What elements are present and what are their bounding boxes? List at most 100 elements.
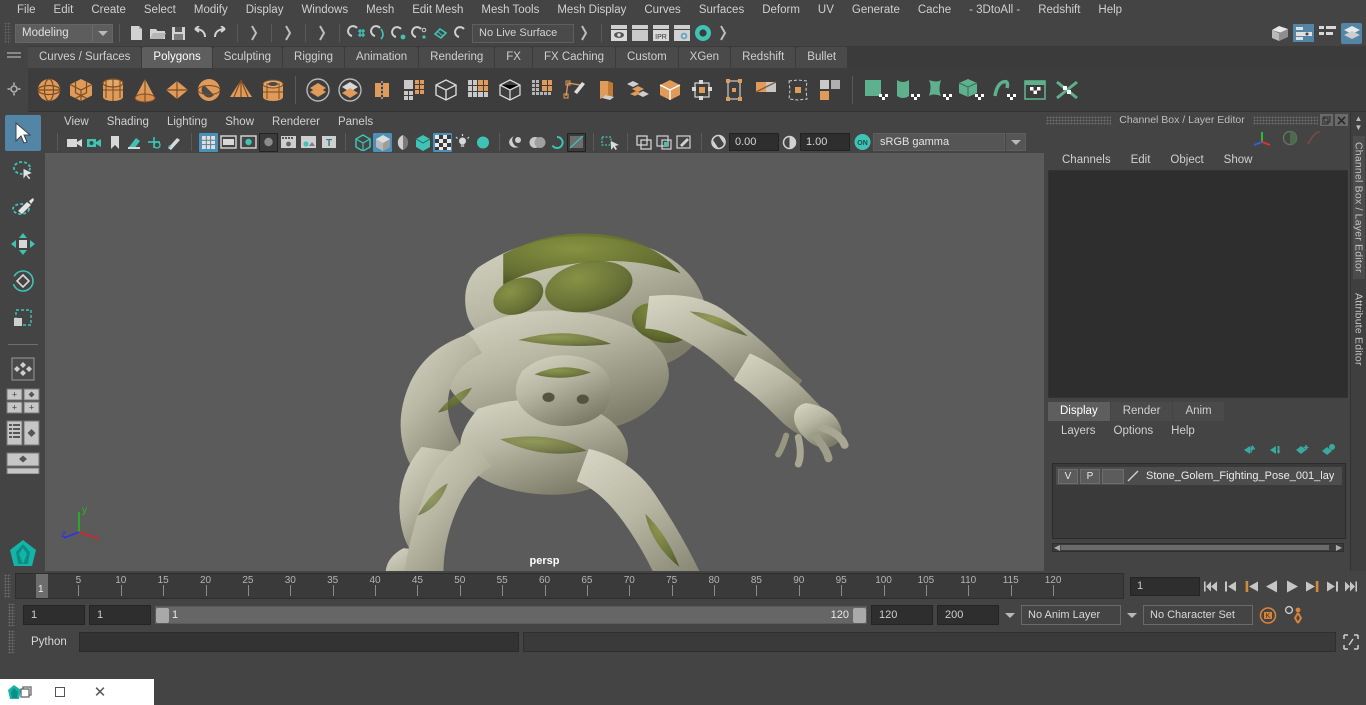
poly-smooth-icon[interactable] (495, 72, 525, 108)
motion-blur-icon[interactable] (527, 133, 546, 152)
color-management-icon[interactable]: ON (853, 133, 872, 152)
shelf-tab-fx-caching[interactable]: FX Caching (533, 47, 615, 68)
anim-layer-field[interactable]: No Anim Layer (1021, 605, 1121, 625)
minimize-window-icon[interactable] (40, 679, 80, 705)
current-frame-field[interactable]: 1 (1130, 577, 1200, 596)
layer-color-swatch[interactable] (1126, 469, 1140, 484)
scrollbar-thumb[interactable] (1061, 545, 1329, 550)
viewport-snapshot-icon[interactable] (299, 133, 318, 152)
make-live-icon[interactable] (451, 23, 472, 44)
xray-joints-icon[interactable] (635, 133, 654, 152)
make-live-arrow-icon[interactable] (574, 23, 595, 44)
film-origin-icon[interactable] (279, 133, 298, 152)
lasso-select-tool[interactable] (5, 152, 41, 188)
shelf-tab-fx[interactable]: FX (495, 47, 532, 68)
uv-planar-icon[interactable] (860, 72, 890, 108)
poly-extrude-icon[interactable] (591, 72, 621, 108)
screen-space-ao-icon[interactable] (507, 133, 526, 152)
exposure-field[interactable]: 0.00 (729, 133, 779, 151)
sidebar-attribute-editor-icon[interactable] (1293, 23, 1314, 44)
scroll-left-arrow[interactable]: ◀ (1054, 544, 1060, 551)
shelf-tab-rendering[interactable]: Rendering (419, 47, 494, 68)
channel-menu-show[interactable]: Show (1214, 154, 1263, 166)
render-current-frame-icon[interactable] (608, 23, 629, 44)
poly-target-weld-icon[interactable] (751, 72, 781, 108)
shelf-tab-sculpting[interactable]: Sculpting (213, 47, 282, 68)
color-space-field[interactable]: sRGB gamma (873, 133, 1005, 151)
poly-torus-icon[interactable] (194, 72, 224, 108)
step-forward-frame-icon[interactable] (1303, 577, 1320, 595)
shelf-tab-polygons[interactable]: Polygons (142, 47, 211, 68)
save-scene-icon[interactable] (168, 23, 189, 44)
perspective-viewport[interactable]: y x z persp (45, 153, 1044, 571)
channel-menu-edit[interactable]: Edit (1121, 154, 1161, 166)
wireframe-shading-icon[interactable] (353, 133, 372, 152)
play-backwards-icon[interactable] (1263, 577, 1280, 595)
grid-toggle-icon[interactable] (199, 133, 218, 152)
outliner-persp-layout[interactable] (6, 420, 40, 449)
go-to-end-icon[interactable] (1343, 577, 1360, 595)
shelf-tab-xgen[interactable]: XGen (679, 47, 730, 68)
falloff-icon[interactable] (1282, 130, 1298, 149)
channel-menu-channels[interactable]: Channels (1052, 154, 1121, 166)
hypergraph-persp-layout[interactable] (6, 452, 40, 477)
poly-bridge-icon[interactable] (655, 72, 685, 108)
select-by-component-icon[interactable] (312, 23, 333, 44)
poly-crease-icon[interactable] (815, 72, 845, 108)
menu-item-curves[interactable]: Curves (635, 0, 689, 20)
shelf-tab-custom[interactable]: Custom (616, 47, 678, 68)
current-time-indicator[interactable]: 1 (36, 574, 48, 598)
poly-connect-icon[interactable] (783, 72, 813, 108)
poly-bevel-icon[interactable] (623, 72, 653, 108)
sidebar-scroll-down-icon[interactable]: ▼ (1355, 123, 1363, 132)
camera-attributes-icon[interactable] (85, 133, 104, 152)
layer-playback-toggle[interactable]: P (1080, 469, 1100, 484)
menu-item-mesh[interactable]: Mesh (357, 0, 403, 20)
live-surface-field[interactable]: No Live Surface (472, 24, 574, 43)
step-back-frame-icon[interactable] (1243, 577, 1260, 595)
play-forwards-icon[interactable] (1283, 577, 1300, 595)
snap-to-projected-center-icon[interactable] (409, 23, 430, 44)
snap-to-point-icon[interactable] (388, 23, 409, 44)
viewport-menu-panels[interactable]: Panels (329, 116, 382, 128)
gamma-icon[interactable] (780, 133, 799, 152)
viewport-wireframe-highlight-icon[interactable] (675, 133, 694, 152)
move-layer-down-icon[interactable] (1268, 444, 1284, 459)
animation-preferences-icon[interactable] (1283, 604, 1305, 626)
script-language-label[interactable]: Python (23, 636, 75, 648)
smooth-shade-all-icon[interactable] (373, 133, 392, 152)
gamma-field[interactable]: 1.00 (800, 133, 850, 151)
poly-reduce-icon[interactable] (527, 72, 557, 108)
render-settings-icon[interactable] (671, 23, 692, 44)
undo-icon[interactable] (189, 23, 210, 44)
menu-item-display[interactable]: Display (237, 0, 293, 20)
auto-keyframe-icon[interactable]: K (1257, 604, 1279, 626)
flat-shade-icon[interactable] (413, 133, 432, 152)
display-layer-list[interactable]: V P Stone_Golem_Fighting_Pose_001_lay (1052, 463, 1346, 539)
poly-boolean-union-icon[interactable] (303, 72, 333, 108)
shelf-tab-bullet[interactable]: Bullet (796, 47, 847, 68)
poly-pipe-icon[interactable] (258, 72, 288, 108)
poly-cone-icon[interactable] (130, 72, 160, 108)
channel-box-list[interactable] (1048, 170, 1348, 398)
poly-cube-icon[interactable] (66, 72, 96, 108)
status-line-grip[interactable] (4, 22, 11, 44)
last-tool-used[interactable] (5, 351, 41, 387)
poly-multi-cut-icon[interactable] (719, 72, 749, 108)
redo-icon[interactable] (210, 23, 231, 44)
new-layer-icon[interactable] (1294, 444, 1310, 459)
poly-boolean-difference-icon[interactable] (335, 72, 365, 108)
poly-sphere-icon[interactable] (34, 72, 64, 108)
menu-item-surfaces[interactable]: Surfaces (690, 0, 753, 20)
move-tool[interactable] (5, 226, 41, 262)
sidebar-tool-settings-icon[interactable] (1317, 23, 1338, 44)
soft-selection-icon[interactable] (1306, 130, 1322, 149)
poly-plane-icon[interactable] (162, 72, 192, 108)
menu-set-arrow[interactable] (92, 25, 112, 42)
new-layer-from-selected-icon[interactable] (1320, 444, 1336, 459)
menu-item-generate[interactable]: Generate (843, 0, 909, 20)
viewport-menu-renderer[interactable]: Renderer (263, 116, 329, 128)
scroll-right-arrow[interactable]: ▶ (1336, 544, 1342, 551)
xray-text-icon[interactable]: T (319, 133, 338, 152)
viewport-menu-shading[interactable]: Shading (98, 116, 158, 128)
